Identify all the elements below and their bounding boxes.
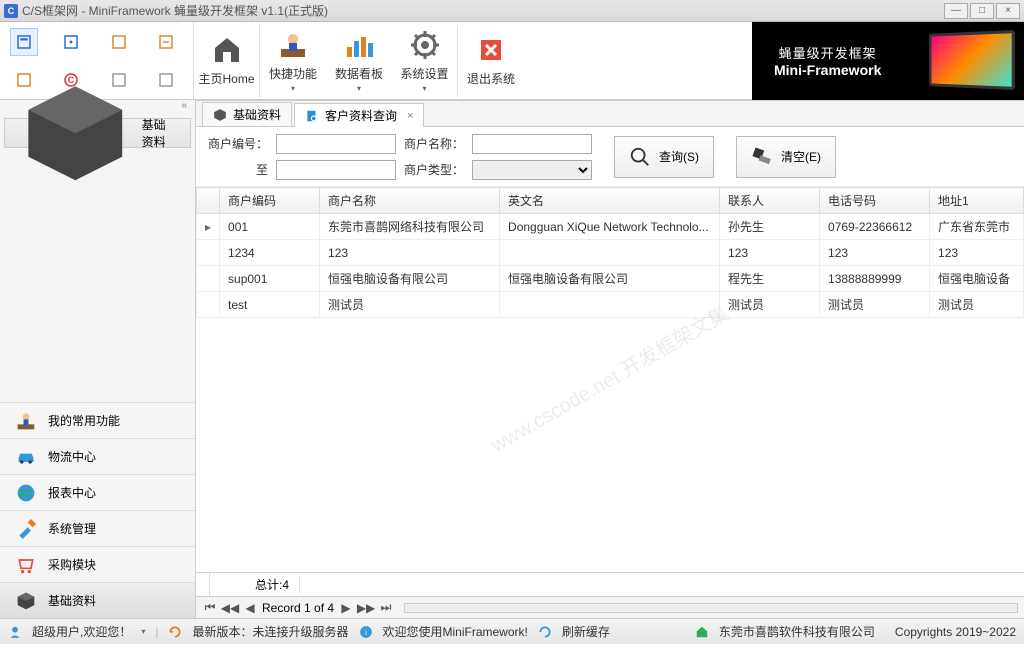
status-copyright: Copyrights 2019~2022 — [895, 625, 1016, 639]
status-welcome: 欢迎您使用MiniFramework! — [383, 623, 528, 640]
sidebar-item-logistics[interactable]: 物流中心 — [0, 438, 195, 474]
qa-btn-4[interactable] — [152, 28, 180, 56]
nav-scrollbar[interactable] — [404, 603, 1018, 613]
table-row[interactable]: 1234123123123123 — [197, 240, 1024, 266]
ribbon-exit[interactable]: 退出系统 — [458, 25, 524, 97]
nav-next-page[interactable]: ▶▶ — [358, 600, 374, 616]
ribbon: C 主页Home 快捷功能 ▾ 数据看板 ▾ 系统设置 ▾ 退出系统 — [0, 22, 1024, 100]
close-button[interactable]: × — [996, 3, 1020, 19]
user-icon — [8, 625, 22, 639]
window-title: C/S框架网 - MiniFramework 蝇量级开发框架 v1.1(正式版) — [22, 2, 944, 19]
sidebar-item-purchase[interactable]: 采购模块 — [0, 546, 195, 582]
qa-btn-8[interactable] — [152, 66, 180, 94]
sidebar-item-reports[interactable]: 报表中心 — [0, 474, 195, 510]
sidebar: « 基础资料 我的常用功能 物流中心 报表中心 系统管理 采购模块 基础资料 — [0, 100, 196, 618]
status-bar: 超级用户,欢迎您！ ▾ | 最新版本：未连接升级服务器 i 欢迎您使用MiniF… — [0, 618, 1024, 644]
nav-record-text: Record 1 of 4 — [262, 601, 334, 615]
watermark: www.cscode.net 开发框架文集 — [486, 300, 734, 459]
record-navigator: ⏮ ◀◀ ◀ Record 1 of 4 ▶ ▶▶ ⏭ — [196, 596, 1024, 618]
minimize-button[interactable]: — — [944, 3, 968, 19]
globe-icon — [16, 483, 36, 503]
user-desk-icon — [16, 411, 36, 431]
sidebar-top-item[interactable]: 基础资料 — [4, 118, 191, 148]
home-small-icon — [695, 625, 709, 639]
qa-btn-1[interactable] — [10, 28, 38, 56]
search-panel: 商户编号： 商户名称： 至 商户类型： 查询(S) 清空(E) — [196, 127, 1024, 187]
nav-last[interactable]: ⏭ — [378, 600, 394, 616]
reload-icon — [538, 625, 552, 639]
brand-banner: 蝇量级开发框架 Mini-Framework — [752, 22, 1024, 100]
search-doc-icon — [305, 109, 319, 123]
tab-customer-query[interactable]: 客户资料查询 × — [294, 103, 424, 127]
cart-icon — [16, 555, 36, 575]
tab-base-data[interactable]: 基础资料 — [202, 102, 292, 126]
search-icon — [629, 146, 651, 168]
nav-prev[interactable]: ◀ — [242, 600, 258, 616]
totals-row: 总计:4 — [196, 572, 1024, 596]
status-company: 东莞市喜鹊软件科技有限公司 — [719, 623, 875, 640]
query-button[interactable]: 查询(S) — [614, 136, 714, 178]
main-area: 基础资料 客户资料查询 × 商户编号： 商户名称： 至 商户类型： 查询( — [196, 100, 1024, 618]
table-row[interactable]: sup001恒强电脑设备有限公司恒强电脑设备有限公司程先生13888889999… — [197, 266, 1024, 292]
nav-prev-page[interactable]: ◀◀ — [222, 600, 238, 616]
maximize-button[interactable]: □ — [970, 3, 994, 19]
ribbon-dashboard[interactable]: 数据看板 ▾ — [326, 25, 392, 97]
chart-icon — [343, 29, 375, 61]
gear-icon — [409, 29, 441, 61]
input-merchant-code-from[interactable] — [276, 134, 396, 154]
ribbon-settings[interactable]: 系统设置 ▾ — [392, 25, 458, 97]
tools-icon — [16, 519, 36, 539]
tab-strip: 基础资料 客户资料查询 × — [196, 101, 1024, 127]
input-merchant-code-to[interactable] — [276, 160, 396, 180]
grid-header-row: 商户编码 商户名称 英文名 联系人 电话号码 地址1 — [197, 188, 1024, 214]
table-row[interactable]: ▸001东莞市喜鹊网络科技有限公司Dongguan XiQue Network … — [197, 214, 1024, 240]
table-row[interactable]: test测试员测试员测试员测试员 — [197, 292, 1024, 318]
app-icon: C — [4, 4, 18, 18]
label-merchant-type: 商户类型： — [404, 161, 464, 178]
sidebar-item-fav[interactable]: 我的常用功能 — [0, 402, 195, 438]
select-merchant-type[interactable] — [472, 160, 592, 180]
exit-icon — [475, 34, 507, 66]
sidebar-item-sysadmin[interactable]: 系统管理 — [0, 510, 195, 546]
label-to: 至 — [208, 161, 268, 178]
car-icon — [16, 447, 36, 467]
sidebar-item-basedata[interactable]: 基础资料 — [0, 582, 195, 618]
ribbon-home[interactable]: 主页Home — [194, 25, 260, 97]
tab-close-icon[interactable]: × — [407, 110, 413, 122]
label-merchant-code: 商户编号： — [208, 135, 268, 152]
cube-icon — [16, 591, 36, 611]
refresh-icon — [168, 625, 182, 639]
qa-btn-3[interactable] — [105, 28, 133, 56]
ribbon-quick[interactable]: 快捷功能 ▾ — [260, 25, 326, 97]
cube-icon — [213, 108, 227, 122]
nav-next[interactable]: ▶ — [338, 600, 354, 616]
home-icon — [211, 34, 243, 66]
info-icon: i — [359, 625, 373, 639]
status-user: 超级用户,欢迎您！ — [32, 623, 131, 640]
status-version: 最新版本：未连接升级服务器 — [192, 623, 348, 640]
qa-btn-2[interactable] — [57, 28, 85, 56]
nav-first[interactable]: ⏮ — [202, 600, 218, 616]
input-merchant-name[interactable] — [472, 134, 592, 154]
status-refresh[interactable]: 刷新缓存 — [562, 623, 610, 640]
eraser-icon — [751, 146, 773, 168]
clear-button[interactable]: 清空(E) — [736, 136, 836, 178]
data-grid[interactable]: 商户编码 商户名称 英文名 联系人 电话号码 地址1 ▸001东莞市喜鹊网络科技… — [196, 187, 1024, 572]
title-bar: C C/S框架网 - MiniFramework 蝇量级开发框架 v1.1(正式… — [0, 0, 1024, 22]
user-desk-icon — [277, 29, 309, 61]
label-merchant-name: 商户名称： — [404, 135, 464, 152]
